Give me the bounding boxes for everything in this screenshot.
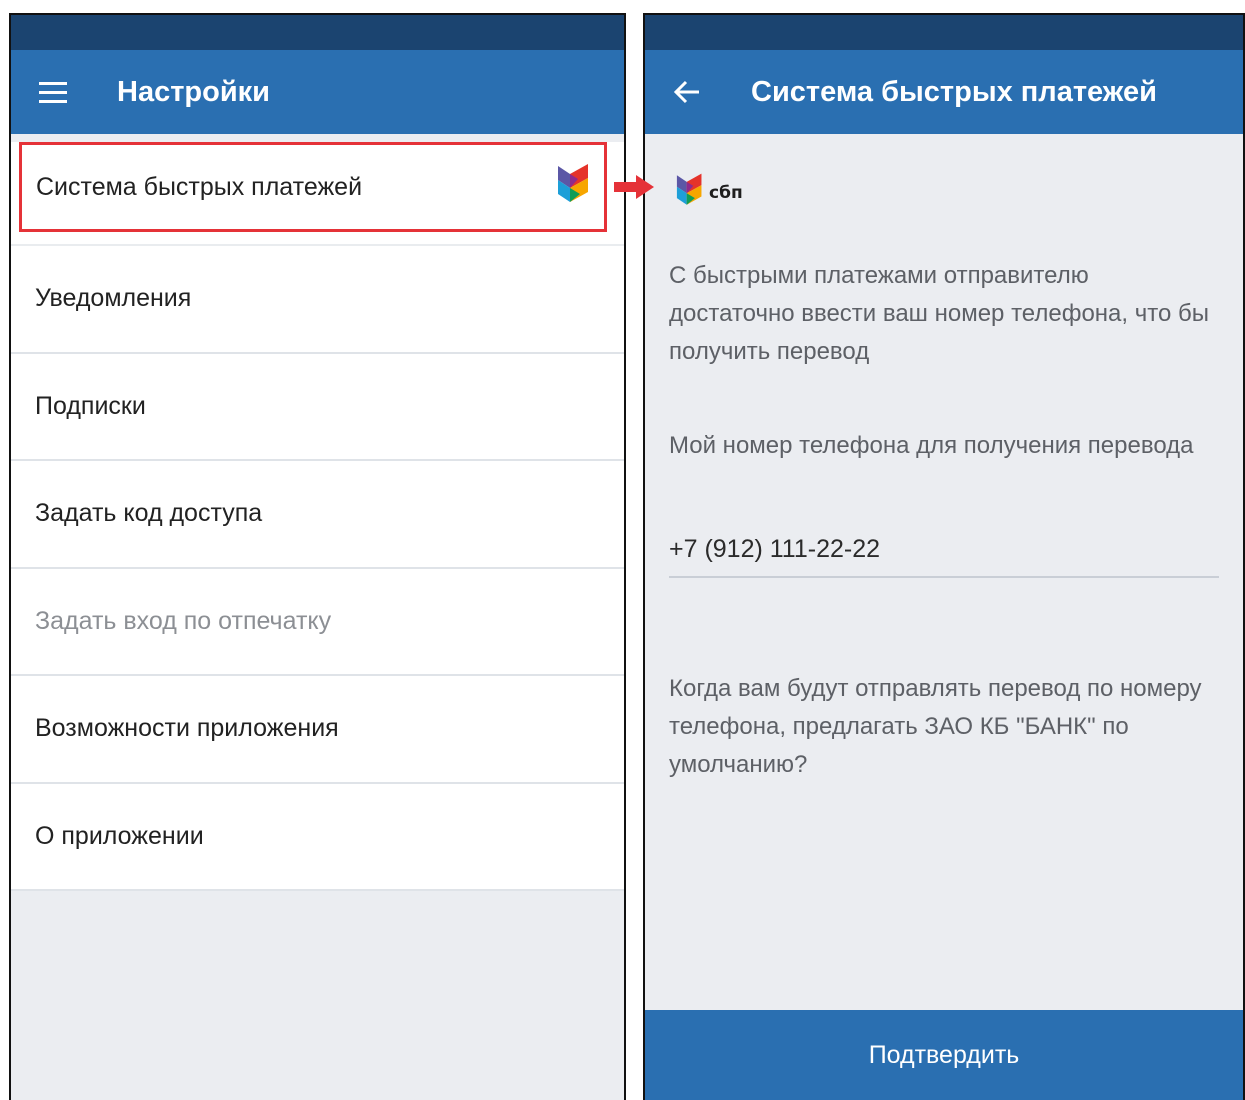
red-arrow-icon [614,175,654,204]
sbp-description: С быстрыми платежами отправителю достато… [669,262,1209,365]
settings-item-about[interactable]: О приложении [11,783,624,891]
settings-item-label: Подписки [35,391,146,420]
settings-item-sbp[interactable]: Система быстрых платежей [19,142,607,232]
menu-icon[interactable] [11,50,95,134]
settings-item-sbp-wrapper: Система быстрых платежей [11,142,624,246]
settings-item-app-features[interactable]: Возможности приложения [11,676,624,784]
app-bar: Настройки [11,50,624,134]
default-bank-question: Когда вам будут отправлять перевод по но… [669,675,1202,778]
status-bar [11,15,624,50]
sbp-screen: Система быстрых платежей сбп С быстрыми … [643,13,1245,1100]
confirm-button[interactable]: Подтвердить [645,1010,1243,1100]
settings-item-access-code[interactable]: Задать код доступа [11,461,624,569]
sbp-content: сбп С быстрыми платежами отправителю дос… [645,172,1243,784]
settings-screen: Настройки Система быстрых платежей Уведо… [9,13,626,1100]
settings-item-fingerprint[interactable]: Задать вход по отпечатку [11,568,624,676]
status-bar [645,15,1243,50]
sbp-logo-icon [675,172,705,213]
phone-field[interactable]: +7 (912) 111-22-22 [669,535,1219,578]
settings-list: Система быстрых платежей Уведомления Под… [11,142,624,891]
settings-item-label: О приложении [35,821,204,850]
sbp-logo-icon [556,162,592,213]
settings-item-subscriptions[interactable]: Подписки [11,353,624,461]
sbp-logo-text: сбп [709,182,743,203]
page-title: Настройки [117,75,271,108]
settings-item-notifications[interactable]: Уведомления [11,246,624,354]
settings-item-label: Задать код доступа [35,499,263,528]
settings-item-label: Уведомления [35,284,192,313]
sbp-logo: сбп [675,172,1219,213]
back-arrow-icon[interactable] [645,50,735,134]
page-title: Система быстрых платежей [751,75,1157,108]
app-bar: Система быстрых платежей [645,50,1243,134]
settings-item-label: Возможности приложения [35,714,339,743]
settings-item-label: Задать вход по отпечатку [35,606,332,635]
phone-label: Мой номер телефона для получения перевод… [669,432,1194,459]
settings-item-label: Система быстрых платежей [36,172,363,201]
